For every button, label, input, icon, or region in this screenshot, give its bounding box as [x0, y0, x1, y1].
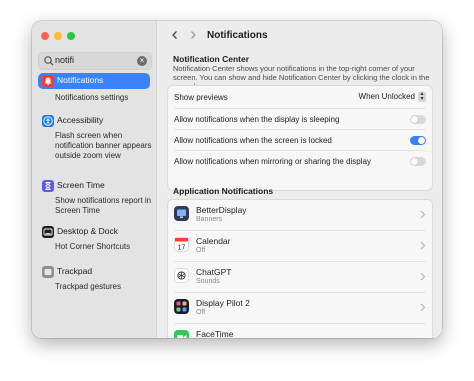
page-title: Notifications	[207, 30, 268, 41]
section-title: Application Notifications	[173, 186, 274, 196]
toggle-row: Allow notifications when the screen is l…	[168, 130, 432, 150]
sidebar-item-label: Trackpad	[57, 266, 93, 276]
show-previews-row: Show previews When Unlocked ▴ ▾	[168, 86, 432, 108]
chevron-updown-icon: ▴ ▾	[418, 91, 426, 102]
back-chevron-icon[interactable]	[169, 29, 181, 41]
app-name: ChatGPT	[196, 267, 232, 277]
sidebar-item-label: Accessibility	[57, 115, 104, 125]
sidebar-subitem[interactable]: Show notifications report in Screen Time	[55, 196, 153, 216]
bell-badge-icon	[42, 75, 54, 87]
main-pane: Notifications Notification Center Notifi…	[157, 21, 442, 338]
sidebar-item-label: Notifications	[57, 75, 104, 85]
accessibility-icon	[42, 115, 54, 127]
minimize-window-button[interactable]	[54, 32, 62, 40]
hourglass-icon	[42, 180, 54, 192]
app-row-display-pilot[interactable]: Display Pilot 2 Off	[168, 293, 432, 323]
sidebar-subitem[interactable]: Notifications settings	[55, 93, 153, 103]
toggle-knob	[411, 158, 418, 165]
app-status: Banners	[196, 216, 223, 223]
settings-group: Show previews When Unlocked ▴ ▾ Allow noti…	[167, 85, 433, 191]
chevron-right-icon	[420, 303, 426, 312]
facetime-icon	[174, 330, 189, 338]
app-row-facetime[interactable]: FaceTime	[168, 324, 432, 338]
app-name: Calendar	[196, 236, 231, 246]
section-title: Notification Center	[173, 54, 250, 64]
zoom-window-button[interactable]	[67, 32, 75, 40]
sidebar-subitem[interactable]: Hot Corner Shortcuts	[55, 242, 153, 252]
toggle-knob	[418, 137, 425, 144]
close-window-button[interactable]	[41, 32, 49, 40]
toggle-row: Allow notifications when the display is …	[168, 109, 432, 129]
app-status: Off	[196, 309, 206, 316]
app-status: Sounds	[196, 278, 220, 285]
sidebar-item-notifications[interactable]: Notifications	[38, 73, 150, 89]
search-icon	[44, 56, 54, 66]
betterdisplay-icon	[174, 206, 189, 221]
sidebar-item-screen-time[interactable]: Screen Time	[38, 178, 150, 194]
app-name: FaceTime	[196, 329, 234, 338]
settings-window: notifi × Notifications Notifications set…	[32, 21, 442, 338]
forward-chevron-icon[interactable]	[187, 29, 199, 41]
display-sleeping-toggle[interactable]	[410, 115, 426, 124]
toolbar: Notifications	[157, 21, 442, 49]
clear-search-icon[interactable]: ×	[137, 56, 147, 66]
chevron-right-icon	[420, 241, 426, 250]
toggle-label: Allow notifications when the display is …	[174, 115, 340, 124]
sidebar-subitem[interactable]: Trackpad gestures	[55, 282, 153, 292]
toggle-label: Allow notifications when mirroring or sh…	[174, 157, 371, 166]
calendar-icon: 17	[174, 237, 189, 252]
display-pilot-icon	[174, 299, 189, 314]
chatgpt-icon	[174, 268, 189, 283]
sidebar-item-accessibility[interactable]: Accessibility	[38, 113, 150, 129]
calendar-day: 17	[178, 245, 186, 252]
app-row-chatgpt[interactable]: ChatGPT Sounds	[168, 262, 432, 292]
search-field[interactable]: notifi ×	[38, 52, 152, 70]
app-row-calendar[interactable]: 17 Calendar Off	[168, 231, 432, 261]
sidebar-item-desktop-dock[interactable]: Desktop & Dock	[38, 224, 150, 240]
sidebar: notifi × Notifications Notifications set…	[32, 21, 157, 338]
sidebar-item-trackpad[interactable]: Trackpad	[38, 264, 150, 280]
chevron-right-icon	[420, 210, 426, 219]
app-list: BetterDisplay Banners 17 Calendar Off Ch…	[167, 199, 433, 338]
sidebar-item-label: Screen Time	[57, 180, 105, 190]
dock-icon	[42, 226, 54, 238]
sidebar-subitem[interactable]: Flash screen when notification banner ap…	[55, 131, 153, 161]
screen-locked-toggle[interactable]	[410, 136, 426, 145]
app-name: BetterDisplay	[196, 205, 247, 215]
app-row-betterdisplay[interactable]: BetterDisplay Banners	[168, 200, 432, 230]
toggle-label: Allow notifications when the screen is l…	[174, 136, 332, 145]
search-input[interactable]: notifi	[55, 55, 74, 65]
sidebar-item-label: Desktop & Dock	[57, 226, 118, 236]
mirroring-toggle[interactable]	[410, 157, 426, 166]
toggle-row: Allow notifications when mirroring or sh…	[168, 151, 432, 171]
app-name: Display Pilot 2	[196, 298, 250, 308]
chevron-right-icon	[420, 272, 426, 281]
show-previews-label: Show previews	[174, 93, 228, 102]
app-status: Off	[196, 247, 206, 254]
trackpad-icon	[42, 266, 54, 278]
show-previews-popup[interactable]: When Unlocked ▴ ▾	[358, 91, 426, 102]
toggle-knob	[411, 116, 418, 123]
show-previews-value: When Unlocked	[358, 92, 415, 102]
